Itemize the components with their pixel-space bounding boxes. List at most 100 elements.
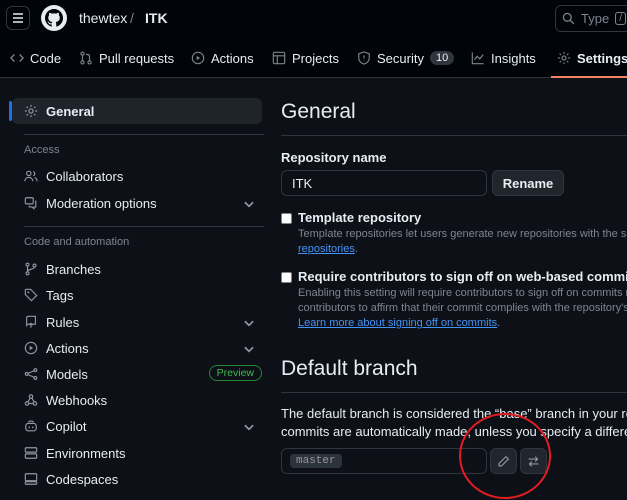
signoff-description-line-1: Enabling this setting will require contr… [298,287,627,299]
search-placeholder: Type [581,11,610,26]
sidebar-item-label: Rules [46,314,80,330]
chevron-down-icon [244,424,254,431]
sidebar-item-models[interactable]: Models Preview [12,361,262,387]
arrow-switch-icon [528,455,539,467]
graph-icon [471,52,484,65]
tab-settings[interactable]: Settings [550,38,627,78]
comment-discussion-icon [24,197,37,210]
copilot-icon [25,420,37,432]
settings-main: General Repository name ITK Rename Templ… [281,78,627,500]
gear-icon [557,51,571,65]
menu-button[interactable] [6,6,30,30]
breadcrumb-separator: / [130,10,134,26]
search-input[interactable]: Type / [555,5,627,32]
sidebar-item-label: Tags [46,287,74,303]
tab-label: Security [377,50,424,66]
models-icon [24,368,38,380]
sidebar-item-moderation[interactable]: Moderation options [12,190,262,216]
search-icon [562,12,575,25]
sidebar-item-branches[interactable]: Branches [12,256,262,282]
server-icon [24,447,38,459]
tab-label: Pull requests [99,50,175,66]
default-branch-description-line-2: commits are automatically made, unless y… [281,424,627,439]
shield-icon [358,51,370,65]
preview-badge: Preview [208,365,262,381]
section-divider [281,135,627,136]
template-repository-title: Template repository [298,210,422,225]
template-repository-checkbox[interactable] [281,213,292,224]
tab-actions[interactable]: Actions [191,38,254,78]
sidebar-item-environments[interactable]: Environments [12,440,262,466]
sidebar-item-label: Webhooks [46,392,108,408]
default-branch-description-line-1: The default branch is considered the “ba… [281,406,627,421]
play-icon [191,51,205,65]
branch-name-tag: master [290,454,342,468]
chevron-down-icon [244,346,254,353]
chevron-down-icon [244,201,254,208]
tab-label: Code [30,50,62,66]
signoff-title: Require contributors to sign off on web-… [298,269,627,284]
top-bar: thewtex / ITK Type / [0,0,627,38]
codespaces-icon [24,473,38,485]
signoff-checkbox[interactable] [281,272,292,283]
sidebar-item-label: Collaborators [46,168,124,184]
sidebar-item-label: Moderation options [46,195,157,211]
repository-name-input[interactable]: ITK [281,170,487,196]
sidebar-section-code-automation: Code and automation [24,236,130,248]
github-logo[interactable] [41,5,67,31]
repository-name-label: Repository name [281,150,387,165]
breadcrumb-repo[interactable]: ITK [145,10,168,26]
sidebar-item-webhooks[interactable]: Webhooks [12,387,262,413]
search-shortcut-key: / [615,12,626,25]
git-branch-icon [25,262,37,276]
repo-push-icon [26,315,36,328]
sidebar-item-copilot[interactable]: Copilot [12,413,262,439]
tab-pull-requests[interactable]: Pull requests [79,38,174,78]
signoff-link-end: . [497,317,501,329]
gear-icon [24,104,38,118]
pencil-icon [498,455,510,467]
switch-branch-button[interactable] [520,448,547,474]
sidebar-item-label: Branches [46,261,101,277]
sidebar-item-label: General [46,103,95,119]
default-branch-title: Default branch [281,357,418,380]
template-repositories-link[interactable]: repositories [298,243,355,255]
sidebar-item-label: Models [46,366,88,382]
sidebar-item-actions[interactable]: Actions [12,335,262,361]
git-pull-request-icon [80,51,92,65]
sidebar-section-access: Access [24,144,60,156]
table-icon [272,51,286,65]
breadcrumb-owner[interactable]: thewtex [79,10,127,26]
code-icon [10,54,24,62]
template-desc-end: . [354,243,358,255]
octocat-icon [45,9,63,27]
sidebar-divider [24,134,264,135]
signoff-description-line-2: contributors to affirm that their commit… [298,302,627,314]
tab-projects[interactable]: Projects [272,38,339,78]
rename-branch-button[interactable] [490,448,517,474]
signoff-learn-more-link[interactable]: Learn more about signing off on commits [298,317,497,329]
default-branch-field: master [281,448,487,474]
sidebar-divider [24,226,264,227]
sidebar-item-collaborators[interactable]: Collaborators [12,163,262,189]
tab-insights[interactable]: Insights [471,38,536,78]
tab-security[interactable]: Security 10 [357,38,455,78]
sidebar-item-label: Codespaces [46,471,119,487]
hamburger-icon [13,13,23,23]
sidebar-item-rules[interactable]: Rules [12,309,262,335]
rename-button[interactable]: Rename [492,170,564,196]
webhook-icon [24,394,38,406]
sidebar-item-label: Environments [46,445,126,461]
tab-label: Projects [292,50,339,66]
tag-icon [24,288,38,302]
tab-label: Insights [491,50,536,66]
people-icon [24,170,38,182]
chevron-down-icon [244,320,254,327]
sidebar-item-tags[interactable]: Tags [12,282,262,308]
sidebar-item-general[interactable]: General [9,98,262,124]
sidebar-item-label: Actions [46,340,89,356]
sidebar-item-codespaces[interactable]: Codespaces [12,466,262,492]
tab-code[interactable]: Code [10,38,61,78]
sidebar-item-label: Copilot [46,418,87,434]
page-title: General [281,100,356,123]
